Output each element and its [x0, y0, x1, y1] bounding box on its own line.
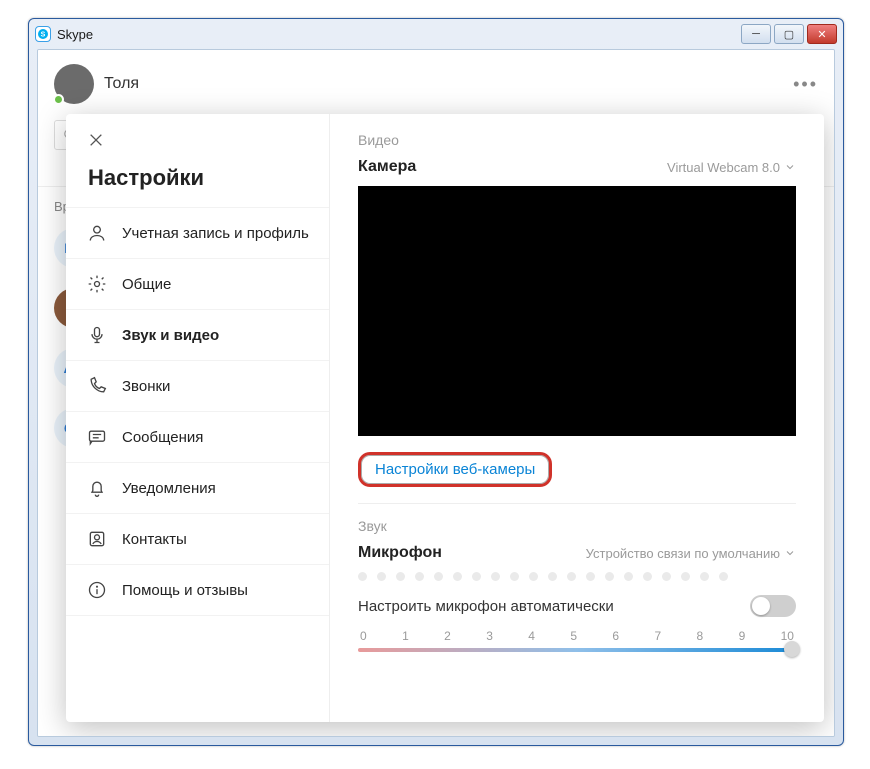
maximize-button[interactable]: ▢ [774, 24, 804, 44]
nav-label: Помощь и отзывы [122, 582, 248, 599]
nav-item-calls[interactable]: Звонки [66, 360, 329, 411]
close-button[interactable]: ✕ [807, 24, 837, 44]
nav-item-audio-video[interactable]: Звук и видео [66, 309, 329, 360]
window-title: Skype [57, 27, 93, 42]
audio-section-label: Звук [358, 518, 796, 534]
info-icon [86, 579, 108, 601]
nav-label: Сообщения [122, 429, 203, 446]
skype-icon: S [35, 26, 51, 42]
minimize-button[interactable]: ─ [741, 24, 771, 44]
nav-label: Звук и видео [122, 327, 219, 344]
camera-label: Камера [358, 158, 416, 176]
microphone-icon [86, 324, 108, 346]
nav-label: Уведомления [122, 480, 216, 497]
nav-label: Звонки [122, 378, 170, 395]
webcam-settings-link[interactable]: Настройки веб-камеры [358, 452, 552, 487]
more-icon[interactable]: ••• [793, 74, 818, 95]
nav-label: Учетная запись и профиль [122, 225, 309, 242]
nav-label: Контакты [122, 531, 187, 548]
message-icon [86, 426, 108, 448]
app-client: Толя ••• П Чаты Время PB AO GE Не вы? Пр… [37, 49, 835, 737]
settings-title: Настройки [66, 159, 329, 207]
nav-label: Общие [122, 276, 171, 293]
chevron-down-icon [784, 547, 796, 559]
titlebar[interactable]: S Skype ─ ▢ ✕ [29, 19, 843, 49]
video-preview [358, 186, 796, 436]
mic-level-meter [358, 572, 796, 581]
gear-icon [86, 273, 108, 295]
settings-nav: Настройки Учетная запись и профиль Общие… [66, 114, 330, 722]
nav-item-contacts[interactable]: Контакты [66, 513, 329, 564]
microphone-select[interactable]: Устройство связи по умолчанию [586, 546, 796, 561]
settings-panel: Настройки Учетная запись и профиль Общие… [66, 114, 824, 722]
close-icon [88, 132, 104, 148]
presence-dot [53, 94, 64, 105]
avatar[interactable] [54, 64, 94, 104]
svg-text:S: S [41, 32, 46, 39]
contacts-icon [86, 528, 108, 550]
nav-item-account[interactable]: Учетная запись и профиль [66, 207, 329, 258]
nav-item-general[interactable]: Общие [66, 258, 329, 309]
chevron-down-icon [784, 161, 796, 173]
mic-slider[interactable] [358, 647, 796, 653]
auto-mic-toggle[interactable] [750, 595, 796, 617]
profile-row[interactable]: Толя ••• [38, 50, 834, 118]
settings-content: Видео Камера Virtual Webcam 8.0 Настройк… [330, 114, 824, 722]
window-frame: S Skype ─ ▢ ✕ Толя ••• П Чаты Вр [28, 18, 844, 746]
bell-icon [86, 477, 108, 499]
camera-select[interactable]: Virtual Webcam 8.0 [667, 160, 796, 175]
video-section-label: Видео [358, 132, 796, 148]
slider-scale: 012345678910 [358, 629, 796, 643]
person-icon [86, 222, 108, 244]
nav-item-messages[interactable]: Сообщения [66, 411, 329, 462]
slider-thumb[interactable] [784, 641, 800, 657]
nav-item-help[interactable]: Помощь и отзывы [66, 564, 329, 616]
nav-item-notifications[interactable]: Уведомления [66, 462, 329, 513]
microphone-label: Микрофон [358, 544, 442, 562]
profile-name: Толя [104, 75, 139, 93]
phone-icon [86, 375, 108, 397]
close-settings-button[interactable] [66, 122, 329, 159]
auto-mic-label: Настроить микрофон автоматически [358, 598, 614, 615]
